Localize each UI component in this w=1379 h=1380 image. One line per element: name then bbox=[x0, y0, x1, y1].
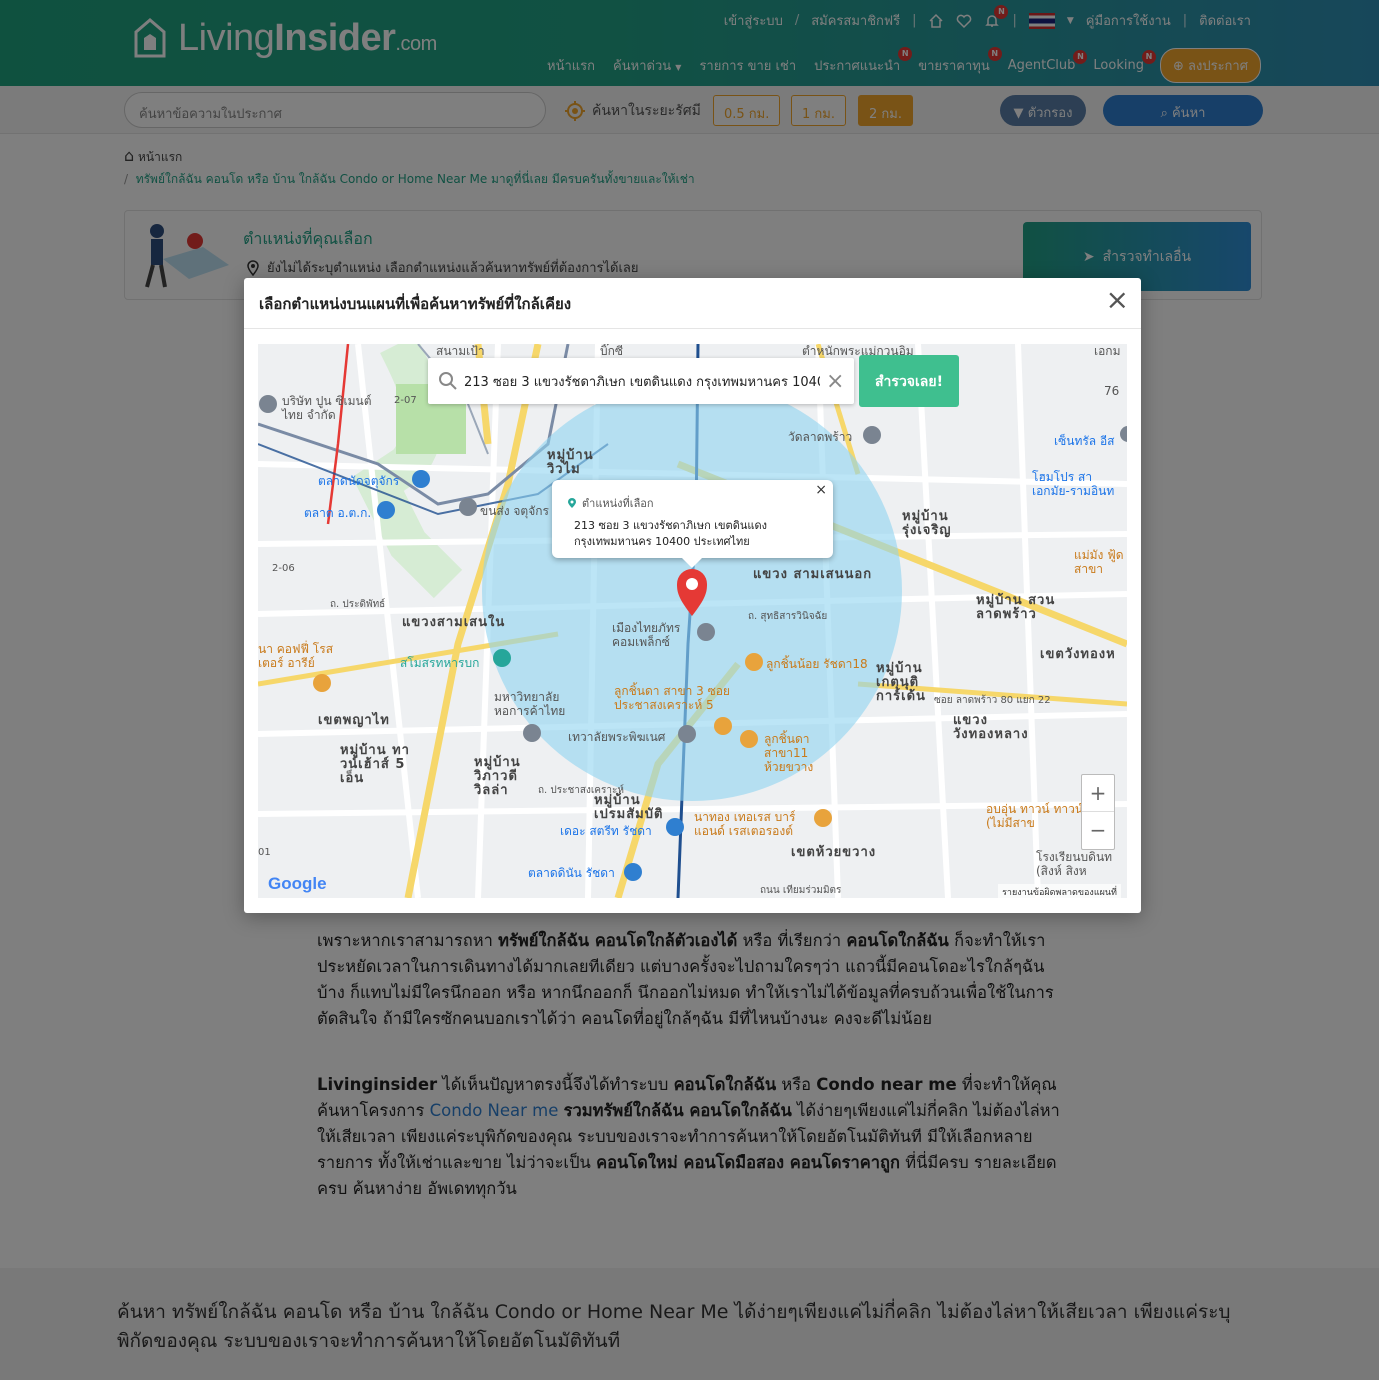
map-label-muban-town: หมู่บ้าน ทาวน์เฮ้าส์ 5 เอ็น bbox=[340, 743, 410, 786]
map-label-muban-rungcharoen: หมู่บ้าน รุ่งเจริญ bbox=[902, 509, 952, 538]
map-label-school: โรงเรียนบดินท (สิงห์ สิงห bbox=[1036, 850, 1113, 878]
map-label-wat: วัดลาดพร้าว bbox=[788, 430, 853, 444]
map-label-road-pradipat: ถ. ประดิพัทธ์ bbox=[330, 599, 386, 610]
map-label-lukchin11: ลูกชิ้นดา สาขา11 ห้วยขวาง bbox=[764, 732, 814, 774]
map-label-muban-wiphawadi: หมู่บ้าน วิภาวดี วิลล่า bbox=[474, 755, 521, 798]
map-label-utcc: มหาวิทยาลัย หอการค้าไทย bbox=[494, 690, 566, 718]
map-label-talad-din: ตลาดดินัน รัชดา bbox=[528, 866, 615, 880]
close-icon[interactable]: × bbox=[1106, 286, 1129, 314]
map-label-road-tiam: ถนน เทียมร่วมมิตร bbox=[760, 885, 842, 896]
map-label-road-207: 2-07 bbox=[394, 395, 417, 406]
map-label-coffee: นา คอฟฟี่ โรส เตอร์ อารีย์ bbox=[258, 642, 334, 670]
map-label-wang-thonglang-district: เขตวังทองห bbox=[1040, 647, 1116, 662]
map-label-sanamphao: สนามเป้า bbox=[436, 344, 485, 358]
map-label-deaux: เดอะ สตรีท รัชดา bbox=[560, 824, 652, 838]
map-label-mae-mang: แม่มัง ฟู้ด สาขา bbox=[1074, 548, 1124, 576]
map-label-muban-suanladprao: หมู่บ้าน สวนลาดพร้าว bbox=[976, 593, 1056, 622]
google-logo: Google bbox=[268, 874, 327, 893]
info-window-title: ตำแหน่งที่เลือก bbox=[566, 494, 654, 512]
map-label-road-pracha: ถ. ประชาสงเคราะห์ bbox=[538, 785, 624, 796]
map-label-road-206: 2-06 bbox=[272, 563, 295, 574]
clear-icon[interactable]: × bbox=[826, 369, 844, 394]
map-label-road-01: 01 bbox=[258, 847, 271, 858]
map-label-samsen-nai: แขวงสามเสนใน bbox=[402, 615, 506, 630]
map-label-phayathai: เขตพญาไท bbox=[318, 713, 390, 728]
map-label-road-76: 76 bbox=[1104, 384, 1120, 398]
location-pin-icon bbox=[568, 498, 576, 508]
map-view[interactable]: แขวง สามเสนนอก แขวงสามเสนใน เขตพญาไท เขต… bbox=[258, 344, 1127, 898]
map-label-road-sutthisan: ถ. สุทธิสารวินิจฉัย bbox=[748, 611, 828, 622]
zoom-in-button[interactable]: + bbox=[1082, 775, 1114, 812]
map-label-bus-terminal: ขนส่ง จตุจักร bbox=[480, 504, 549, 518]
info-window: ตำแหน่งที่เลือก 213 ซอย 3 แขวงรัชดาภิเษก… bbox=[552, 480, 833, 568]
report-map-error-link[interactable]: รายงานข้อผิดพลาดของแผนที่ bbox=[998, 884, 1121, 898]
zoom-out-button[interactable]: − bbox=[1082, 812, 1114, 849]
map-label-chatuchak: ตลาดนัดจตุจักร bbox=[318, 474, 400, 488]
explore-now-button[interactable]: สำรวจเลย! bbox=[859, 355, 959, 407]
map-label-homepro: โฮมโปร สา เอกมัย-รามอินท bbox=[1032, 470, 1115, 498]
map-label-abroad: อบอุ่น ทาวน์ ทาวน์ (ไม่มีสาข bbox=[986, 802, 1084, 830]
map-label-mueang-thai: เมืองไทยภัทร คอมเพล็กซ์ bbox=[612, 621, 681, 649]
map-label-huai-khwang: เขตห้วยขวาง bbox=[791, 845, 877, 860]
close-icon[interactable]: × bbox=[815, 482, 827, 498]
map-label-muban-wiwai: หมู่บ้าน วิวไม bbox=[547, 448, 594, 477]
map-label-ortorkor: ตลาด อ.ต.ก. bbox=[304, 506, 372, 520]
map-label-nathong: นาทอง เทอเรส บาร์ แอนด์ เรสเตอรองต์ bbox=[694, 810, 796, 838]
map-label-samsen-nok: แขวง สามเสนนอก bbox=[753, 567, 873, 582]
modal-title: เลือกตำแหน่งบนแผนที่เพื่อค้นหาทรัพย์ที่ใ… bbox=[259, 295, 572, 313]
map-label-bigc: บิ๊กซี bbox=[600, 344, 624, 358]
map-label-lukchin18: ลูกชิ้นน้อย รัชดา18 bbox=[766, 657, 868, 671]
info-window-address: 213 ซอย 3 แขวงรัชดาภิเษก เขตดินแดง กรุงเ… bbox=[574, 519, 767, 548]
map-label-wang-thonglang: แขวง วังทองหลาง bbox=[953, 713, 1029, 742]
map-label-devalai: เทวาลัยพระพิฆเนศ bbox=[568, 730, 666, 744]
divider bbox=[244, 328, 1141, 329]
map-label-lukchin3: ลูกชิ้นดา สาขา 3 ซอย ประชาสงเคราะห์ 5 bbox=[614, 684, 730, 712]
map-label-company: บริษัท ปูน ซิเมนต์ไทย จำกัด bbox=[282, 394, 372, 422]
map-search-input[interactable]: 213 ซอย 3 แขวงรัชดาภิเษก เขตดินแดง กรุงเ… bbox=[464, 371, 820, 392]
map-address-search[interactable]: 213 ซอย 3 แขวงรัชดาภิเษก เขตดินแดง กรุงเ… bbox=[428, 358, 854, 404]
map-label-central: เซ็นทรัล อีส bbox=[1054, 434, 1115, 448]
map-label-samo: สโมสรทหารบก bbox=[400, 656, 480, 670]
map-label-ekkamai: เอกม bbox=[1094, 344, 1121, 358]
map-label-road-ladprao80: ซอย ลาดพร้าว 80 แยก 22 bbox=[934, 695, 1051, 706]
map-label-muban-prem: หมู่บ้าน เปรมสัมบัติ bbox=[594, 793, 664, 822]
search-icon bbox=[439, 372, 457, 390]
map-location-modal: เลือกตำแหน่งบนแผนที่เพื่อค้นหาทรัพย์ที่ใ… bbox=[244, 278, 1141, 913]
zoom-controls: + − bbox=[1081, 774, 1115, 850]
